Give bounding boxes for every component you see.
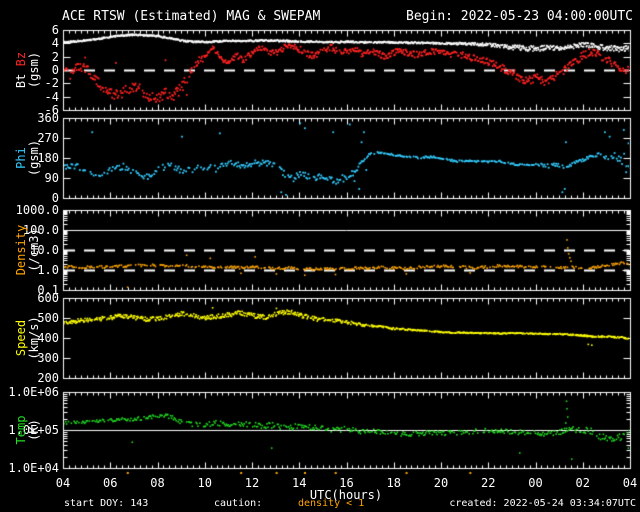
x-tick-label: 14 bbox=[286, 476, 312, 490]
y-axis-title: Phi(gsm) bbox=[15, 140, 41, 176]
y-axis-title-part: Phi bbox=[14, 147, 28, 169]
y-axis-title-part: Temp bbox=[14, 416, 28, 445]
y-tick-label: 1.0E+06 bbox=[6, 385, 59, 399]
chart-canvas bbox=[0, 0, 640, 512]
y-axis-title: Bt Bz(gsm) bbox=[15, 52, 41, 88]
begin-timestamp: Begin: 2022-05-23 04:00:00UTC bbox=[406, 9, 633, 24]
y-tick-label: -4 bbox=[6, 90, 59, 104]
y-tick-label: 200 bbox=[6, 371, 59, 385]
x-tick-label: 02 bbox=[570, 476, 596, 490]
x-tick-label: 16 bbox=[334, 476, 360, 490]
y-axis-title: Temp(K) bbox=[15, 416, 41, 445]
y-axis-title: Density(/cm3) bbox=[15, 225, 41, 276]
x-tick-label: 00 bbox=[523, 476, 549, 490]
y-axis-title-part: Density bbox=[14, 225, 28, 276]
y-axis-title: Speed(km/s) bbox=[15, 316, 41, 359]
y-axis-title-part: Bz bbox=[14, 52, 28, 66]
y-tick-label: 360 bbox=[6, 111, 59, 125]
x-tick-label: 04 bbox=[50, 476, 76, 490]
x-tick-label: 12 bbox=[239, 476, 265, 490]
caution-density-value: density < 1 bbox=[298, 498, 364, 509]
y-tick-label: 1.0E+04 bbox=[6, 461, 59, 475]
start-doy-label: start DOY: 143 bbox=[64, 498, 148, 509]
x-tick-label: 20 bbox=[428, 476, 454, 490]
ace-rtsw-plot: ACE RTSW (Estimated) MAG & SWEPAM Begin:… bbox=[0, 0, 640, 512]
y-tick-label: 4 bbox=[6, 36, 59, 50]
created-timestamp: created: 2022-05-24 03:34:07UTC bbox=[449, 498, 636, 509]
x-tick-label: 22 bbox=[475, 476, 501, 490]
y-tick-label: 600 bbox=[6, 291, 59, 305]
x-tick-label: 04 bbox=[617, 476, 640, 490]
x-tick-label: 10 bbox=[192, 476, 218, 490]
caution-label: caution: bbox=[214, 498, 262, 509]
x-tick-label: 06 bbox=[97, 476, 123, 490]
y-tick-label: 1000.0 bbox=[6, 203, 59, 217]
y-axis-title-part: Speed bbox=[14, 320, 28, 356]
y-tick-label: 6 bbox=[6, 23, 59, 37]
plot-title: ACE RTSW (Estimated) MAG & SWEPAM bbox=[62, 9, 320, 24]
y-axis-title-part: Bt bbox=[14, 66, 28, 88]
x-tick-label: 08 bbox=[145, 476, 171, 490]
x-tick-label: 18 bbox=[381, 476, 407, 490]
